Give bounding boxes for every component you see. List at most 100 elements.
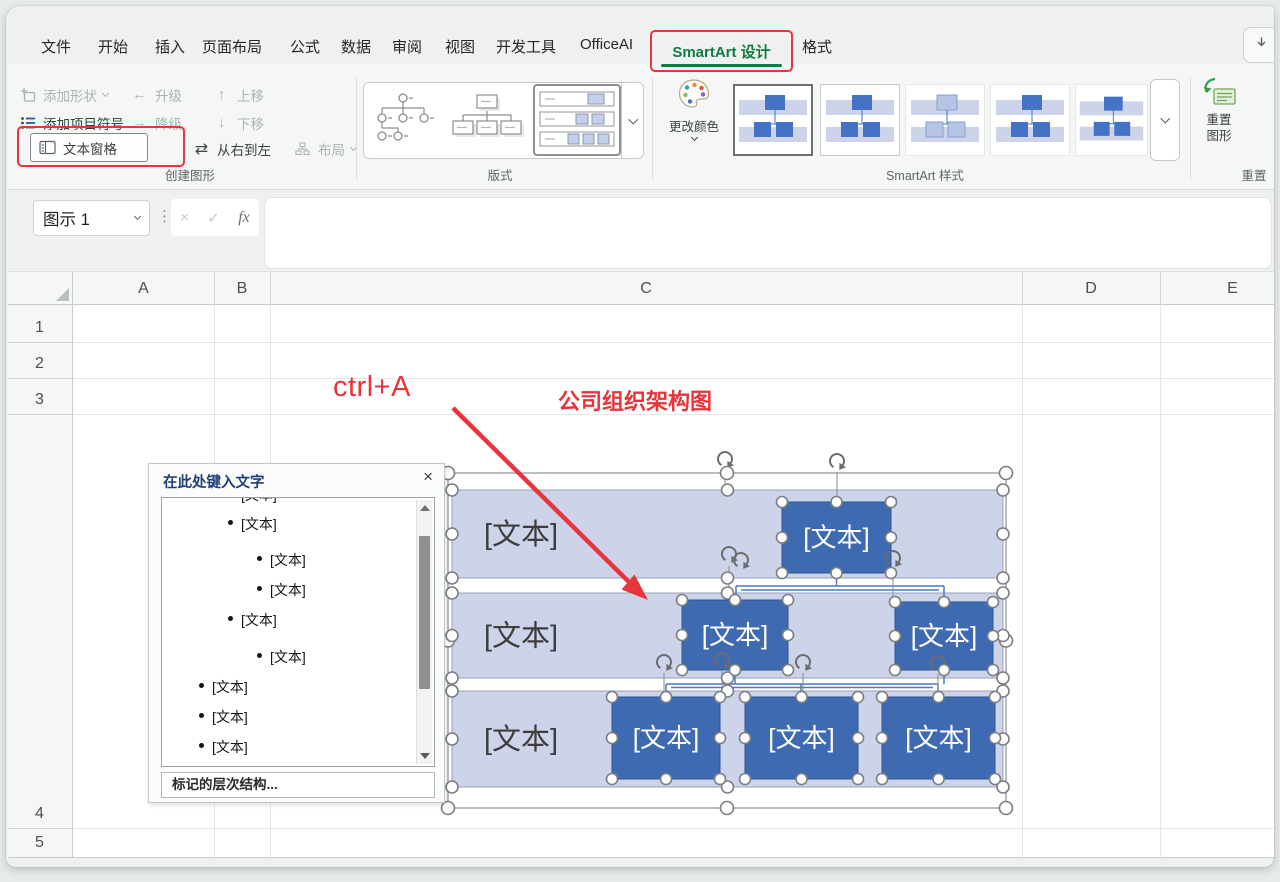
tab-公式[interactable]: 公式 [290,36,320,57]
enter-button[interactable]: ✓ [207,209,220,227]
selection-handle[interactable] [446,781,458,793]
selection-handle[interactable] [890,597,901,608]
right-to-left-button[interactable]: ⇄ 从右到左 [192,138,271,160]
selection-handle[interactable] [607,774,618,785]
selection-handle[interactable] [886,497,897,508]
selection-handle[interactable] [783,665,794,676]
selection-handle[interactable] [877,774,888,785]
selection-handle[interactable] [877,692,888,703]
smartart-style-thumb-3[interactable] [905,84,985,156]
text-pane-item-level-1[interactable]: [文本] [162,676,434,696]
text-pane-item-level-1[interactable]: [文本] [162,706,434,726]
selection-handle[interactable] [677,630,688,641]
layouts-gallery-more-button[interactable] [621,82,644,159]
selection-handle[interactable] [661,692,672,703]
move-down-button[interactable]: ↓ 下移 [212,112,264,134]
selection-handle[interactable] [997,587,1009,599]
smartart-style-thumb-4[interactable] [990,84,1070,156]
selection-handle[interactable] [777,497,788,508]
selection-handle[interactable] [446,484,458,496]
tab-视图[interactable]: 视图 [445,36,475,57]
selection-handle[interactable] [446,572,458,584]
selection-handle[interactable] [886,568,897,579]
formula-input[interactable] [264,197,1272,269]
change-colors-button[interactable]: 更改颜色 [664,78,724,140]
tab-数据[interactable]: 数据 [341,36,371,57]
selection-handle[interactable] [997,484,1009,496]
selection-handle[interactable] [796,774,807,785]
selection-handle[interactable] [740,692,751,703]
selection-handle[interactable] [939,597,950,608]
selection-handle[interactable] [990,692,1001,703]
selection-handle[interactable] [777,568,788,579]
text-pane-item-level-2[interactable]: [文本] [162,513,434,533]
text-pane-item-level-2[interactable]: [文本] [162,609,434,629]
selection-handle[interactable] [988,665,999,676]
insert-function-button[interactable]: fx [238,209,250,227]
selection-handle[interactable] [721,467,734,480]
select-all-corner[interactable] [8,272,73,305]
selection-handle[interactable] [722,484,734,496]
layout-thumb-hierarchy-circles[interactable] [368,88,438,152]
move-up-button[interactable]: ↑ 上移 [212,84,264,106]
smartart-diagram[interactable]: [文本][文本][文本][文本][文本][文本][文本][文本][文本] [430,440,1030,830]
layout-button[interactable]: 布局 [293,138,356,160]
ribbon-collapse-button[interactable] [1243,27,1274,63]
selection-handle[interactable] [831,497,842,508]
styles-gallery-more-button[interactable] [1150,79,1180,161]
selection-handle[interactable] [1000,467,1013,480]
row-header-4[interactable]: 4 [8,414,71,828]
selection-handle[interactable] [997,528,1009,540]
row-header-3[interactable]: 3 [8,378,71,414]
selection-handle[interactable] [446,733,458,745]
column-header-C[interactable]: C [270,272,1022,305]
tab-OfficeAI[interactable]: OfficeAI [580,36,633,53]
name-box[interactable]: 图示 1 [33,200,150,236]
selection-handle[interactable] [988,631,999,642]
demote-button[interactable]: → 降级 [130,112,182,134]
selection-handle[interactable] [715,733,726,744]
close-icon[interactable]: × [423,467,433,487]
selection-handle[interactable] [890,665,901,676]
selection-handle[interactable] [886,532,897,543]
tab-审阅[interactable]: 审阅 [392,36,422,57]
column-header-E[interactable]: E [1160,272,1274,305]
selection-handle[interactable] [988,597,999,608]
row-header-5[interactable]: 5 [8,828,71,857]
selection-handle[interactable] [607,692,618,703]
smartart-style-thumb-5[interactable] [1075,84,1148,156]
cancel-button[interactable]: × [180,209,189,226]
text-pane-item-level-2[interactable]: [文本] [162,497,434,504]
scroll-up-icon[interactable] [420,505,430,511]
selection-handle[interactable] [831,568,842,579]
selection-handle[interactable] [796,692,807,703]
tab-插入[interactable]: 插入 [155,36,185,57]
selection-handle[interactable] [661,774,672,785]
selection-handle[interactable] [446,685,458,697]
add-bullet-button[interactable]: 添加项目符号 [18,112,124,134]
selection-handle[interactable] [730,665,741,676]
tab-页面布局[interactable]: 页面布局 [202,36,262,57]
selection-handle[interactable] [721,802,734,815]
selection-handle[interactable] [607,733,618,744]
row-header-1[interactable]: 1 [8,305,71,342]
text-pane-item-level-1[interactable]: [文本] [162,736,434,756]
selection-handle[interactable] [442,802,455,815]
selection-handle[interactable] [997,572,1009,584]
text-pane-list[interactable]: [文本][文本][文本][文本][文本][文本][文本][文本][文本] [161,497,435,767]
selection-handle[interactable] [677,595,688,606]
selection-handle[interactable] [783,595,794,606]
selection-handle[interactable] [990,733,1001,744]
column-header-A[interactable]: A [73,272,214,305]
text-pane-item-level-3[interactable]: [文本] [162,646,434,666]
selection-handle[interactable] [853,774,864,785]
selection-handle[interactable] [783,630,794,641]
text-pane-button[interactable]: 文本窗格 [30,133,148,162]
selection-handle[interactable] [853,692,864,703]
selection-handle[interactable] [1000,802,1013,815]
tab-smartart-design[interactable]: SmartArt 设计 [650,30,793,72]
selection-handle[interactable] [990,774,1001,785]
text-pane-item-level-3[interactable]: [文本] [162,579,434,599]
selection-handle[interactable] [446,672,458,684]
row-header-2[interactable]: 2 [8,342,71,378]
